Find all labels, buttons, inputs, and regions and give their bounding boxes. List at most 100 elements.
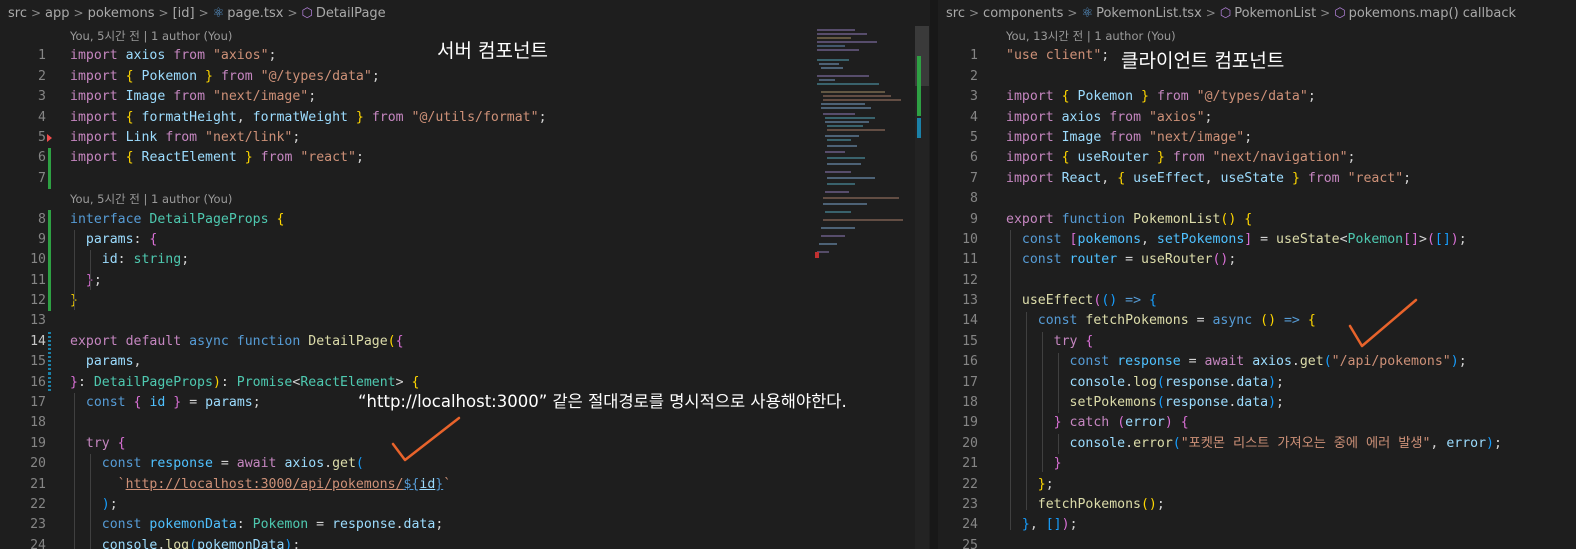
git-modified-marker[interactable]	[48, 331, 51, 353]
scrollbar-change-marker	[917, 118, 921, 138]
git-added-marker[interactable]	[48, 291, 51, 312]
minimap[interactable]	[815, 26, 907, 266]
line-number: 21	[962, 456, 978, 472]
chevron-right-icon: >	[968, 6, 980, 20]
git-added-marker[interactable]	[48, 250, 51, 271]
code-line: import axios from "axios";	[70, 48, 277, 64]
annotation-note: “http://localhost:3000” 같은 절대경로를 명시적으로 사…	[358, 392, 847, 411]
code-area[interactable]: You, 13시간 전 | 1 author (You) 1 "use clien…	[938, 26, 1576, 549]
code-line: import { formatHeight, formatWeight } fr…	[70, 109, 547, 125]
pane-divider[interactable]	[930, 0, 938, 549]
code-line: interface DetailPageProps {	[70, 211, 285, 227]
line-number: 9	[38, 231, 46, 247]
breadcrumb-item[interactable]: app	[45, 6, 69, 21]
code-line: const fetchPokemons = async () => {	[1037, 313, 1316, 329]
line-number: 23	[962, 496, 978, 512]
symbol-method-icon: ⬡	[1219, 5, 1232, 21]
breadcrumb-item[interactable]: pokemons	[88, 6, 155, 21]
code-line: import axios from "axios";	[1006, 109, 1213, 125]
code-line: } catch (error) {	[1053, 415, 1189, 431]
git-blame-hint[interactable]: You, 5시간 전 | 1 author (You)	[70, 26, 232, 46]
breadcrumb-item[interactable]: pokemons.map() callback	[1349, 6, 1516, 21]
line-number: 22	[30, 496, 46, 512]
line-number: 14	[30, 333, 46, 349]
code-line: id: string;	[101, 252, 190, 268]
breadcrumb-item[interactable]: PokemonList.tsx	[1096, 6, 1202, 21]
code-area[interactable]: You, 5시간 전 | 1 author (You) 1 import axio…	[0, 26, 930, 549]
line-number: 7	[970, 170, 978, 186]
vertical-scrollbar[interactable]	[915, 26, 929, 549]
line-number: 24	[962, 517, 978, 533]
chevron-right-icon: >	[30, 6, 42, 20]
chevron-right-icon: >	[1205, 6, 1216, 20]
code-line: import { Pokemon } from "@/types/data";	[70, 68, 380, 84]
line-number: 11	[30, 272, 46, 288]
breadcrumb-item[interactable]: [id]	[173, 6, 195, 21]
line-number: 18	[30, 415, 46, 431]
chevron-right-icon: >	[287, 6, 298, 20]
line-number: 12	[30, 293, 46, 309]
code-line: const router = useRouter();	[1021, 252, 1237, 268]
code-line: import { useRouter } from "next/navigati…	[1006, 150, 1356, 166]
code-line: console.log(response.data);	[1069, 374, 1284, 390]
line-number: 1	[970, 48, 978, 64]
code-line: import Image from "next/image";	[1006, 129, 1253, 145]
line-number: 4	[970, 109, 978, 125]
git-blame-hint[interactable]: You, 5시간 전 | 1 author (You)	[70, 189, 232, 209]
git-deleted-marker[interactable]	[47, 133, 52, 142]
code-line: params,	[85, 354, 142, 370]
code-line: }	[1053, 456, 1062, 472]
git-added-marker[interactable]	[48, 270, 51, 292]
code-line: const [pokemons, setPokemons] = useState…	[1021, 231, 1467, 247]
react-file-icon: ⚛	[1081, 5, 1094, 21]
annotation-title: 클라이언트 컴포넌트	[1121, 50, 1285, 72]
line-number: 15	[30, 354, 46, 370]
line-number: 17	[962, 374, 978, 390]
line-number: 2	[970, 68, 978, 84]
code-line: fetchPokemons();	[1037, 496, 1165, 512]
line-number: 2	[38, 68, 46, 84]
git-added-marker[interactable]	[48, 209, 51, 230]
code-line: );	[101, 496, 118, 512]
chevron-right-icon: >	[1067, 6, 1078, 20]
breadcrumb-item[interactable]: page.tsx	[227, 6, 283, 21]
breadcrumb-item[interactable]: components	[983, 6, 1063, 21]
code-line: try {	[1053, 333, 1094, 349]
line-number: 13	[30, 313, 46, 329]
breadcrumb-item[interactable]: PokemonList	[1234, 6, 1316, 21]
chevron-right-icon: >	[73, 6, 84, 20]
line-number: 18	[962, 395, 978, 411]
git-blame-hint[interactable]: You, 13시간 전 | 1 author (You)	[1006, 26, 1176, 46]
symbol-method-icon: ⬡	[1334, 5, 1346, 21]
git-added-marker[interactable]	[48, 229, 51, 251]
line-number: 6	[970, 150, 978, 166]
breadcrumb: src > components > ⚛ PokemonList.tsx > ⬡ Poke…	[938, 0, 1576, 26]
git-added-marker[interactable]	[48, 148, 51, 169]
git-modified-marker[interactable]	[48, 372, 51, 394]
red-check-mark	[391, 416, 461, 462]
chevron-right-icon: >	[1320, 6, 1331, 20]
line-number: 16	[962, 354, 978, 370]
line-number: 7	[38, 170, 46, 186]
line-number: 25	[962, 537, 978, 549]
line-number: 19	[962, 415, 978, 431]
breadcrumb-item[interactable]: src	[8, 6, 27, 21]
breadcrumb-item[interactable]: src	[946, 6, 965, 21]
line-number: 14	[962, 313, 978, 329]
editor-right[interactable]: src > components > ⚛ PokemonList.tsx > ⬡ Poke…	[938, 0, 1576, 549]
code-line: const { id } = params;	[85, 395, 261, 411]
git-added-marker[interactable]	[48, 168, 51, 190]
line-number: 15	[962, 333, 978, 349]
code-line: export default async function DetailPage…	[70, 333, 404, 349]
line-number: 1	[38, 48, 46, 64]
code-line: import { Pokemon } from "@/types/data";	[1006, 89, 1316, 105]
line-number: 24	[30, 537, 46, 549]
red-check-mark	[1348, 298, 1418, 348]
indent-guide	[74, 393, 75, 549]
line-number: 11	[962, 252, 978, 268]
indent-guide	[1058, 434, 1059, 454]
breadcrumb-item[interactable]: DetailPage	[316, 6, 386, 21]
editor-left[interactable]: src > app > pokemons > [id] > ⚛ page.tsx > ⬡ De…	[0, 0, 930, 549]
git-modified-marker[interactable]	[48, 352, 51, 373]
code-line: const pokemonData: Pokemon = response.da…	[101, 517, 444, 533]
